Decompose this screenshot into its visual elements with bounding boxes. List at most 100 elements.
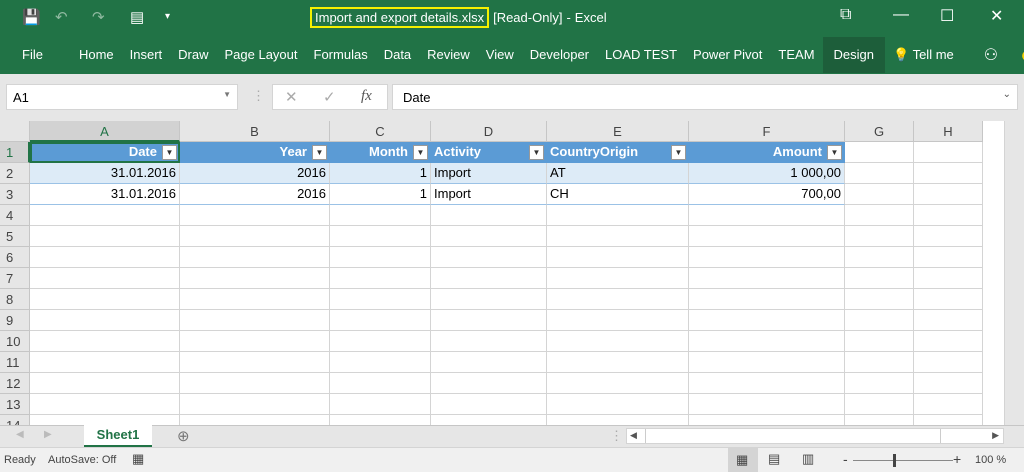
expand-formula-icon[interactable]: ⌄ — [1003, 89, 1011, 100]
cell[interactable] — [547, 247, 689, 268]
cell[interactable] — [180, 268, 330, 289]
zoom-slider-thumb[interactable] — [893, 454, 896, 467]
cell[interactable] — [180, 415, 330, 425]
cell[interactable] — [180, 247, 330, 268]
worksheet-grid[interactable]: A B C D E F G H 1 Date ▼ Year ▼ Month ▼ Activity ▼ Countr… — [0, 121, 1024, 425]
cell[interactable] — [431, 415, 547, 425]
zoom-slider[interactable] — [853, 460, 953, 461]
tab-view[interactable]: View — [478, 37, 522, 73]
scroll-tabs-left-icon[interactable]: ◀ — [16, 429, 24, 440]
tab-review[interactable]: Review — [419, 37, 478, 73]
cell[interactable] — [845, 373, 914, 394]
cell[interactable] — [547, 268, 689, 289]
cell[interactable] — [689, 205, 845, 226]
cell[interactable] — [845, 289, 914, 310]
column-header-c[interactable]: C — [330, 121, 431, 142]
scroll-right-icon[interactable]: ▶ — [992, 430, 999, 441]
cell[interactable] — [330, 226, 431, 247]
cell[interactable] — [30, 226, 180, 247]
formula-input[interactable]: Date ⌄ — [392, 84, 1018, 110]
page-break-view-icon[interactable]: ▥ — [802, 451, 814, 467]
chevron-down-icon[interactable]: ▼ — [223, 90, 231, 99]
cell[interactable] — [180, 394, 330, 415]
tab-formulas[interactable]: Formulas — [306, 37, 376, 73]
row-header-12[interactable]: 12 — [0, 373, 30, 394]
cell[interactable] — [431, 394, 547, 415]
cell[interactable] — [330, 247, 431, 268]
cell[interactable] — [914, 247, 983, 268]
column-header-h[interactable]: H — [914, 121, 983, 142]
row-header-9[interactable]: 9 — [0, 310, 30, 331]
scroll-tabs-right-icon[interactable]: ▶ — [44, 429, 52, 440]
cell[interactable] — [180, 352, 330, 373]
save-icon[interactable]: 💾 — [22, 8, 41, 26]
cell[interactable] — [689, 352, 845, 373]
tab-load-test[interactable]: LOAD TEST — [597, 37, 685, 73]
table-header-month[interactable]: Month ▼ — [330, 142, 431, 163]
cell[interactable] — [431, 205, 547, 226]
cell[interactable] — [30, 247, 180, 268]
cell[interactable] — [30, 415, 180, 425]
cancel-icon[interactable]: ✕ — [285, 88, 298, 106]
tab-file[interactable]: File — [14, 37, 51, 73]
cell[interactable] — [845, 394, 914, 415]
autosave-status[interactable]: AutoSave: Off — [48, 454, 116, 466]
column-header-e[interactable]: E — [547, 121, 689, 142]
cell[interactable] — [547, 352, 689, 373]
select-all-corner[interactable] — [0, 121, 30, 142]
cell[interactable] — [30, 310, 180, 331]
tab-developer[interactable]: Developer — [522, 37, 597, 73]
cell[interactable] — [689, 373, 845, 394]
table-cell[interactable]: 1 000,00 — [689, 163, 845, 184]
cell[interactable] — [180, 205, 330, 226]
name-box[interactable]: A1 ▼ — [6, 84, 238, 110]
cell[interactable] — [330, 289, 431, 310]
table-cell[interactable]: 1 — [330, 163, 431, 184]
tab-home[interactable]: Home — [71, 37, 122, 73]
cell[interactable] — [180, 310, 330, 331]
table-header-activity[interactable]: Activity ▼ — [431, 142, 547, 163]
sheet-tab-sheet1[interactable]: Sheet1 — [84, 425, 152, 447]
cell[interactable] — [30, 394, 180, 415]
cell[interactable] — [845, 184, 914, 205]
column-header-g[interactable]: G — [845, 121, 914, 142]
normal-view-button[interactable]: ▦ — [728, 448, 758, 472]
cell[interactable] — [30, 352, 180, 373]
cell[interactable] — [30, 205, 180, 226]
tab-insert[interactable]: Insert — [122, 37, 171, 73]
cell[interactable] — [845, 310, 914, 331]
filter-dropdown-icon[interactable]: ▼ — [413, 145, 428, 160]
cell[interactable] — [547, 415, 689, 425]
row-header-2[interactable]: 2 — [0, 163, 30, 184]
cell[interactable] — [30, 331, 180, 352]
cell[interactable] — [914, 394, 983, 415]
cell[interactable] — [845, 142, 914, 163]
row-header-1[interactable]: 1 — [0, 142, 30, 163]
cell[interactable] — [180, 373, 330, 394]
cell[interactable] — [330, 352, 431, 373]
scroll-thumb[interactable] — [645, 429, 941, 443]
cell[interactable] — [914, 268, 983, 289]
cell[interactable] — [845, 268, 914, 289]
cell[interactable] — [180, 331, 330, 352]
table-cell[interactable]: CH — [547, 184, 689, 205]
tab-page-layout[interactable]: Page Layout — [217, 37, 306, 73]
table-cell[interactable]: AT — [547, 163, 689, 184]
cell[interactable] — [845, 205, 914, 226]
document-icon[interactable]: ▤ — [130, 8, 144, 26]
cell[interactable] — [431, 268, 547, 289]
cell[interactable] — [914, 205, 983, 226]
row-header-3[interactable]: 3 — [0, 184, 30, 205]
cell[interactable] — [330, 205, 431, 226]
macro-record-icon[interactable]: ▦ — [132, 451, 144, 467]
table-header-amount[interactable]: Amount ▼ — [689, 142, 845, 163]
cell[interactable] — [180, 289, 330, 310]
cell[interactable] — [547, 310, 689, 331]
cell[interactable] — [914, 331, 983, 352]
scroll-left-icon[interactable]: ◀ — [630, 430, 637, 441]
cell[interactable] — [330, 310, 431, 331]
filter-dropdown-icon[interactable]: ▼ — [671, 145, 686, 160]
cell[interactable] — [845, 247, 914, 268]
cell[interactable] — [431, 247, 547, 268]
tab-design[interactable]: Design — [822, 37, 885, 73]
